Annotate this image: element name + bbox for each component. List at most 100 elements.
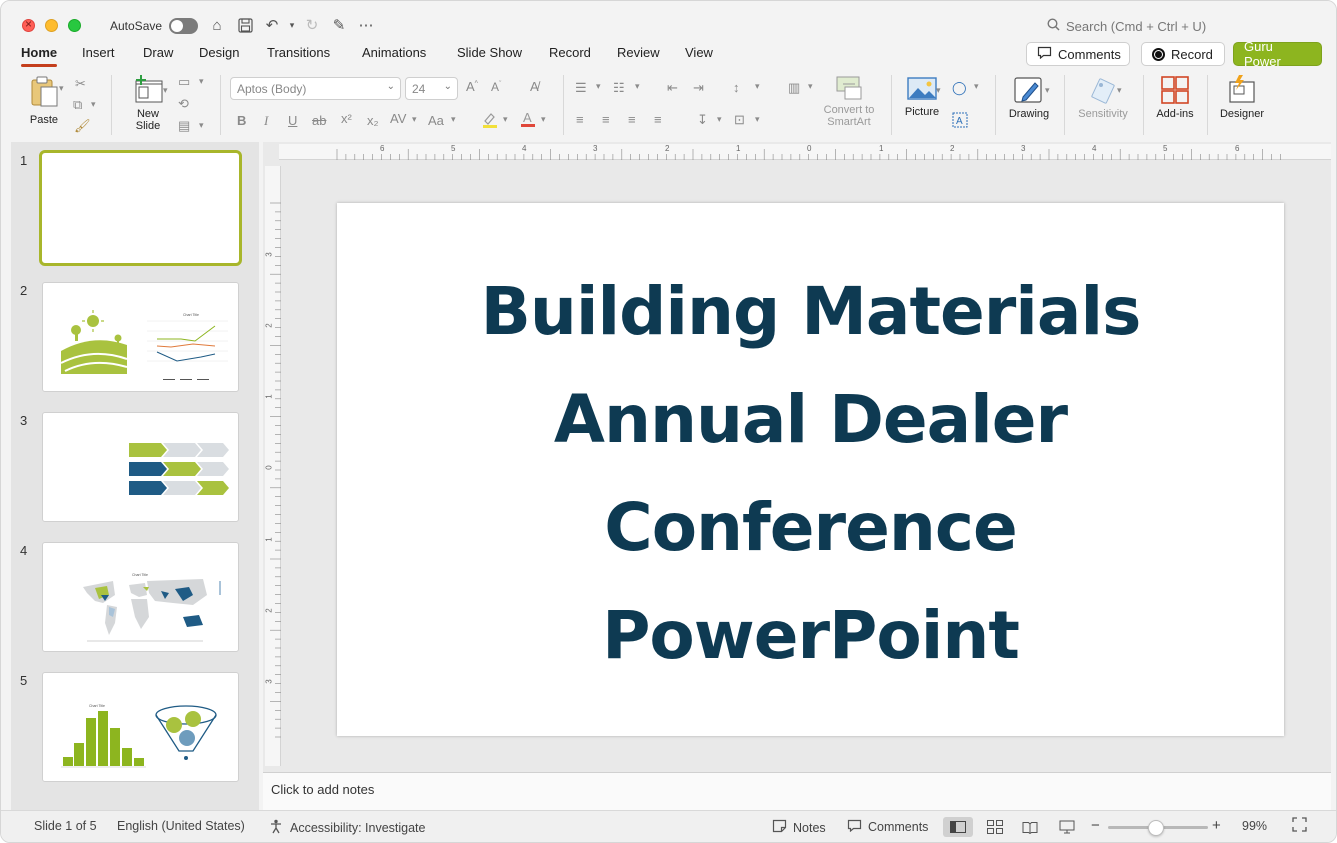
new-slide-button[interactable]: New Slide: [125, 75, 171, 135]
minimize-window-button[interactable]: [45, 19, 58, 32]
chevron-down-icon[interactable]: ▾: [412, 114, 417, 125]
chevron-down-icon[interactable]: ▾: [596, 81, 601, 92]
new-slide-chevron-icon[interactable]: ▾: [163, 85, 168, 96]
align-left-icon[interactable]: ≡: [576, 112, 584, 127]
shapes-icon[interactable]: ◯: [952, 80, 967, 96]
picture-button[interactable]: Picture: [899, 75, 945, 135]
align-right-icon[interactable]: ≡: [628, 112, 636, 127]
zoom-slider-handle[interactable]: [1148, 820, 1164, 836]
align-center-icon[interactable]: ≡: [602, 112, 610, 127]
superscript-icon[interactable]: x²: [341, 111, 352, 126]
designer-button[interactable]: Designer: [1215, 75, 1269, 135]
autosave-toggle[interactable]: [169, 18, 198, 34]
line-spacing-icon[interactable]: ↕: [733, 80, 740, 95]
chevron-down-icon[interactable]: ▾: [974, 81, 979, 92]
bullets-icon[interactable]: ☰: [575, 80, 587, 96]
font-size-select[interactable]: 24 ⌄: [405, 77, 458, 100]
decrease-font-size-icon[interactable]: Aˇ: [491, 80, 501, 94]
chevron-down-icon[interactable]: ▾: [755, 81, 760, 92]
notes-toggle[interactable]: Notes: [772, 819, 826, 836]
save-icon[interactable]: [235, 15, 255, 35]
maximize-window-button[interactable]: [68, 19, 81, 32]
bold-icon[interactable]: B: [237, 113, 246, 128]
numbering-icon[interactable]: ☷: [613, 80, 625, 96]
tab-view[interactable]: View: [685, 45, 713, 60]
undo-chevron-icon[interactable]: ▾: [282, 15, 302, 35]
underline-icon[interactable]: U: [288, 113, 297, 128]
search-box[interactable]: Search (Cmd + Ctrl + U): [1047, 18, 1206, 34]
section-icon[interactable]: ▤: [178, 118, 190, 134]
chevron-down-icon[interactable]: ▾: [635, 81, 640, 92]
chevron-down-icon[interactable]: ▾: [808, 81, 813, 92]
tab-transitions[interactable]: Transitions: [267, 45, 330, 60]
record-button[interactable]: Record: [1141, 42, 1225, 66]
font-name-select[interactable]: Aptos (Body) ⌄: [230, 77, 401, 100]
copy-icon[interactable]: ⧉: [73, 97, 82, 113]
tab-animations[interactable]: Animations: [362, 45, 426, 60]
tab-home[interactable]: Home: [21, 45, 58, 67]
slide-thumbnail-2[interactable]: Chart Title: [42, 282, 239, 392]
paste-chevron-icon[interactable]: ▾: [59, 83, 64, 94]
notes-pane[interactable]: Click to add notes: [263, 772, 1331, 810]
language-status[interactable]: English (United States): [117, 819, 245, 833]
slide-show-view-button[interactable]: [1052, 817, 1082, 837]
font-color-icon[interactable]: A: [520, 110, 536, 131]
slide-thumbnail-3[interactable]: [42, 412, 239, 522]
zoom-in-icon[interactable]: +: [1212, 817, 1221, 834]
chevron-down-icon[interactable]: ▾: [451, 114, 456, 125]
drawing-button[interactable]: Drawing: [1004, 75, 1054, 135]
slide-thumbnail-1[interactable]: [39, 150, 242, 266]
copy-chevron-icon[interactable]: ▾: [91, 99, 96, 110]
text-box-icon[interactable]: A: [952, 112, 968, 131]
slide-sorter-view-button[interactable]: [980, 817, 1010, 837]
add-ins-button[interactable]: Add-ins: [1151, 75, 1199, 135]
increase-indent-icon[interactable]: ⇥: [693, 80, 704, 96]
normal-view-button[interactable]: [943, 817, 973, 837]
redo-icon[interactable]: ↻: [302, 15, 322, 35]
align-text-icon[interactable]: ⊡: [734, 112, 745, 128]
close-window-button[interactable]: [22, 17, 35, 32]
more-icon[interactable]: ⋯: [356, 15, 376, 35]
reading-view-button[interactable]: [1015, 817, 1045, 837]
format-painter-icon[interactable]: 🖌: [74, 118, 91, 134]
comments-toggle[interactable]: Comments: [847, 819, 928, 835]
chevron-down-icon[interactable]: ▾: [717, 114, 722, 125]
tab-review[interactable]: Review: [617, 45, 660, 60]
tab-design[interactable]: Design: [199, 45, 239, 60]
strikethrough-icon[interactable]: ab: [312, 113, 326, 128]
sensitivity-button[interactable]: Sensitivity: [1071, 75, 1135, 135]
change-case-icon[interactable]: Aa: [428, 113, 444, 128]
tab-insert[interactable]: Insert: [82, 45, 115, 60]
undo-icon[interactable]: ↶: [262, 15, 282, 35]
increase-font-size-icon[interactable]: A^: [466, 79, 478, 94]
comments-button[interactable]: Comments: [1026, 42, 1130, 66]
cut-icon[interactable]: ✂: [75, 76, 86, 92]
italic-icon[interactable]: I: [264, 113, 268, 129]
subscript-icon[interactable]: x₂: [367, 113, 379, 128]
tab-slide-show[interactable]: Slide Show: [457, 45, 522, 60]
zoom-level[interactable]: 99%: [1242, 819, 1267, 833]
columns-icon[interactable]: ▥: [788, 80, 800, 96]
tab-draw[interactable]: Draw: [143, 45, 173, 60]
section-chevron-icon[interactable]: ▾: [199, 120, 204, 131]
home-icon[interactable]: ⌂: [207, 15, 227, 35]
tab-record[interactable]: Record: [549, 45, 591, 60]
chevron-down-icon[interactable]: ▾: [755, 114, 760, 125]
accessibility-status[interactable]: Accessibility: Investigate: [269, 819, 425, 837]
slide-thumbnail-4[interactable]: Chart Title: [42, 542, 239, 652]
text-direction-icon[interactable]: ↧: [697, 112, 708, 128]
reset-icon[interactable]: ⟲: [178, 96, 189, 112]
slide-canvas[interactable]: Building Materials Annual Dealer Confere…: [337, 203, 1284, 736]
picture-chevron-icon[interactable]: ▾: [936, 85, 941, 96]
chevron-down-icon[interactable]: ▾: [541, 114, 546, 125]
layout-icon[interactable]: ▭: [178, 74, 190, 90]
slide-title[interactable]: Building Materials Annual Dealer Confere…: [337, 258, 1284, 690]
chevron-down-icon[interactable]: ▾: [503, 114, 508, 125]
slide-thumbnail-5[interactable]: Chart Title: [42, 672, 239, 782]
justify-icon[interactable]: ≡: [654, 112, 662, 127]
highlight-icon[interactable]: [481, 111, 499, 132]
convert-to-smartart-button[interactable]: Convert to SmartArt: [817, 75, 881, 135]
character-spacing-icon[interactable]: AV: [390, 111, 406, 126]
decrease-indent-icon[interactable]: ⇤: [667, 80, 678, 96]
fit-to-window-icon[interactable]: [1292, 817, 1307, 832]
